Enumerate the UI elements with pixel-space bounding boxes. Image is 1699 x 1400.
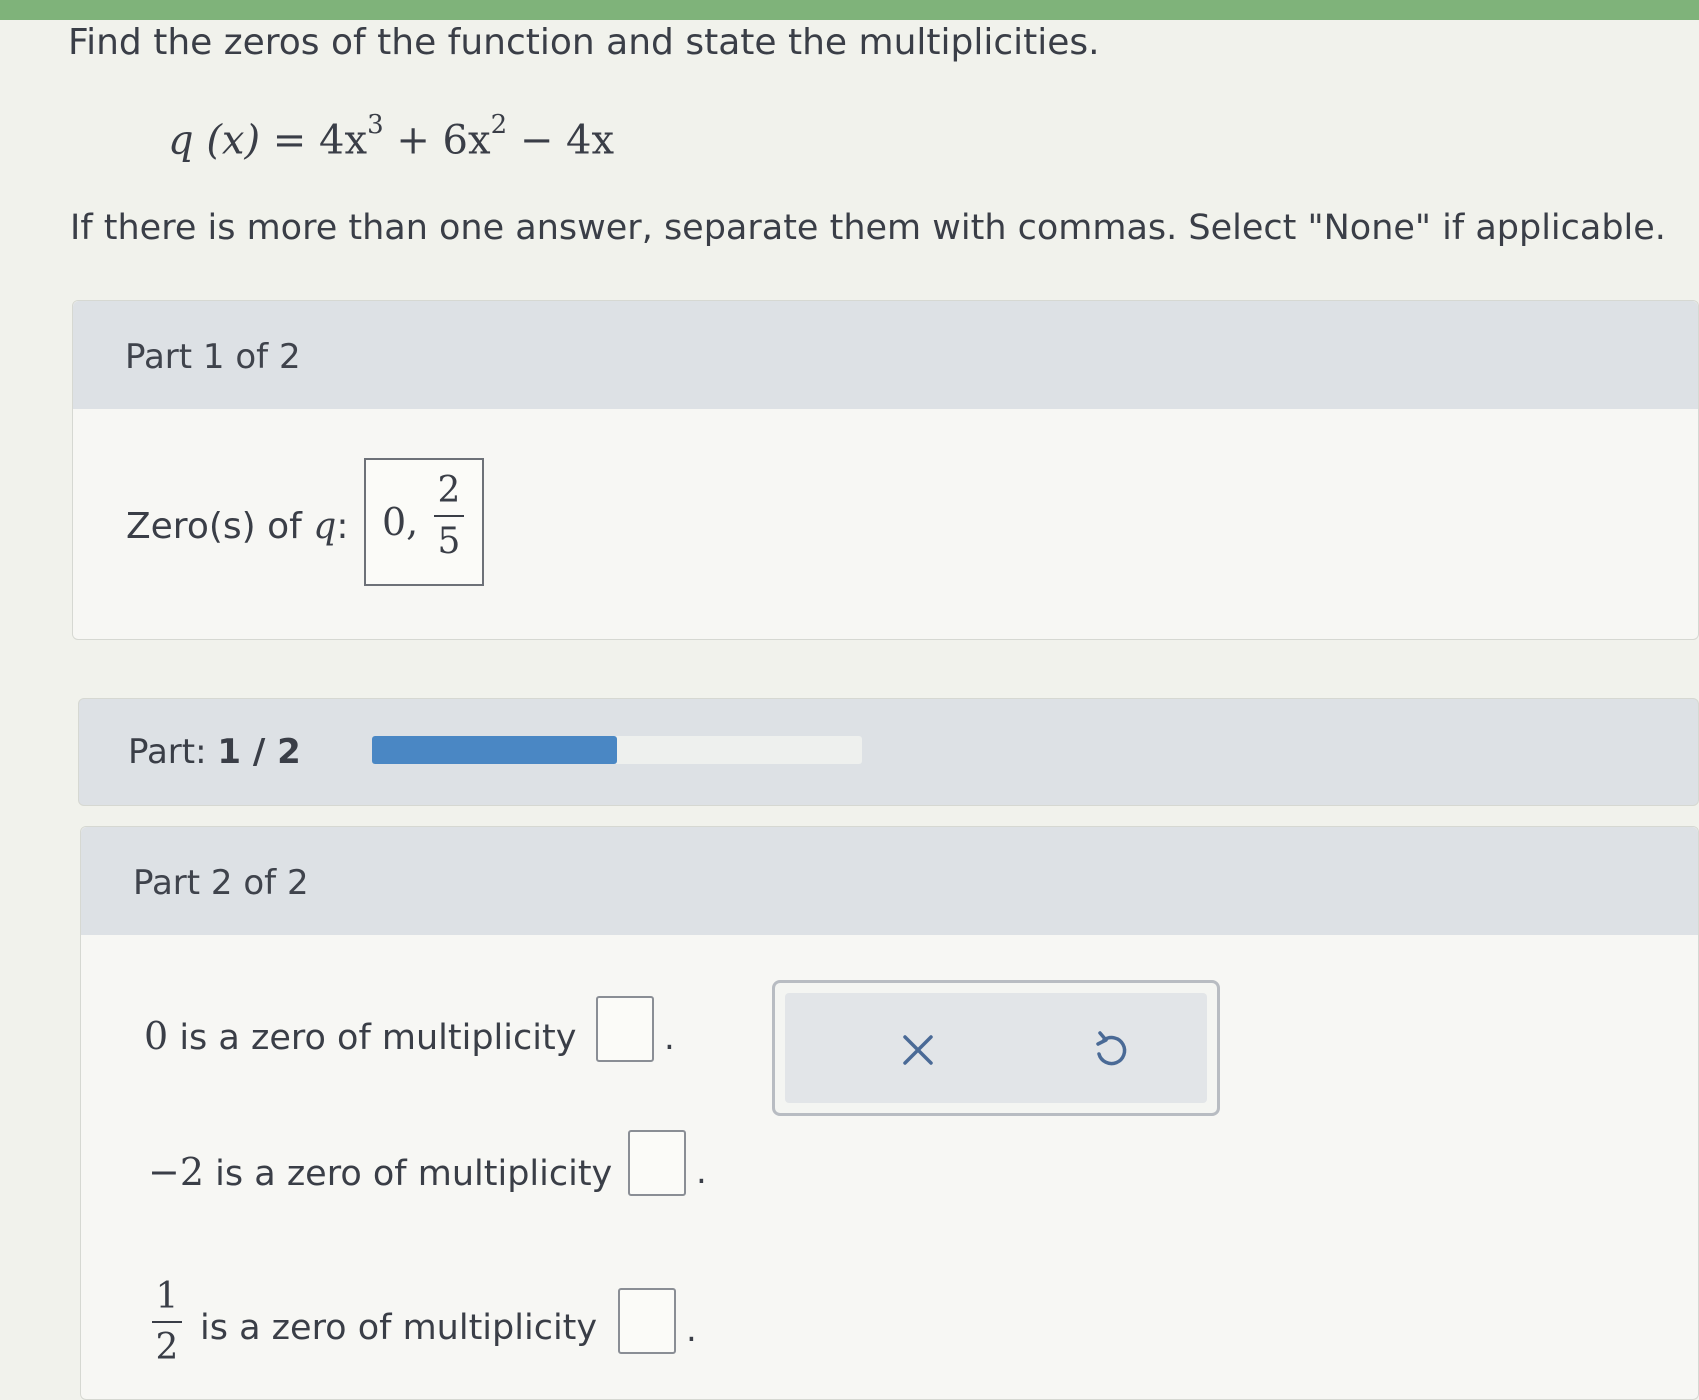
answer-tools-inner [785,993,1207,1103]
multiplicity-row-3: is a zero of multiplicity [200,1308,597,1348]
part2-title: Part 2 of 2 [133,863,309,903]
top-bar [0,0,1699,20]
equation-exp2: 2 [490,110,508,140]
clear-button[interactable] [883,1015,953,1085]
progress-label-value: 1 / 2 [217,732,301,772]
multiplicity-input-3[interactable] [618,1288,676,1354]
fraction-denominator-3: 2 [155,1327,179,1368]
row-period-2: . [696,1152,707,1192]
equation-term2: + 6x [383,117,491,164]
progress-fill [372,736,617,764]
instruction-text: If there is more than one answer, separa… [70,208,1666,248]
multiplicity-text-3: is a zero of multiplicity [200,1308,598,1348]
function-equation: q (x) = 4x3 + 6x2 − 4x [168,110,615,164]
multiplicity-text-1: is a zero of multiplicity [168,1018,577,1058]
answer-tools [772,980,1220,1116]
zeros-label-var: q [313,506,337,547]
zeros-answer-box[interactable]: 0, 2 5 [364,458,484,586]
progress-panel [78,698,1699,806]
fraction-denominator: 5 [437,521,461,562]
row-period-3: . [686,1310,697,1350]
zero-value-3-fraction: 1 2 [152,1276,182,1368]
zeros-label: Zero(s) of q: [126,506,348,547]
progress-label-prefix: Part: [128,732,218,772]
undo-icon [1096,1031,1127,1066]
zeros-label-suffix: : [336,506,349,547]
equation-lhs: q (x) = [168,117,320,164]
close-icon [903,1035,933,1065]
part1-panel: Part 1 of 2 [72,300,1699,640]
zeros-label-prefix: Zero(s) of [126,506,314,547]
question-prompt: Find the zeros of the function and state… [68,22,1100,63]
fraction-numerator: 2 [437,470,461,511]
progress-track [372,736,862,764]
multiplicity-row-1: 0 is a zero of multiplicity [144,1014,576,1058]
equation-exp1: 3 [367,110,384,140]
part2-header [81,827,1698,935]
multiplicity-input-2[interactable] [628,1130,686,1196]
row-period-1: . [664,1018,675,1058]
equation-term1: 4x [319,117,368,164]
zero-value-2: −2 [148,1150,205,1194]
fraction-numerator-3: 1 [155,1276,179,1317]
progress-label: Part: 1 / 2 [128,732,301,772]
equation-term3: − 4x [507,117,615,164]
multiplicity-text-2: is a zero of multiplicity [204,1154,613,1194]
fraction-bar-3 [152,1321,182,1323]
undo-button[interactable] [1075,1015,1145,1085]
multiplicity-row-2: −2 is a zero of multiplicity [148,1150,612,1194]
fraction-bar [434,515,464,517]
part1-header [73,301,1698,409]
multiplicity-input-1[interactable] [596,996,654,1062]
part1-title: Part 1 of 2 [125,337,301,377]
zeros-answer-prefix: 0, [382,500,419,544]
zero-value-1: 0 [144,1014,169,1058]
zeros-answer-fraction: 2 5 [434,470,464,562]
